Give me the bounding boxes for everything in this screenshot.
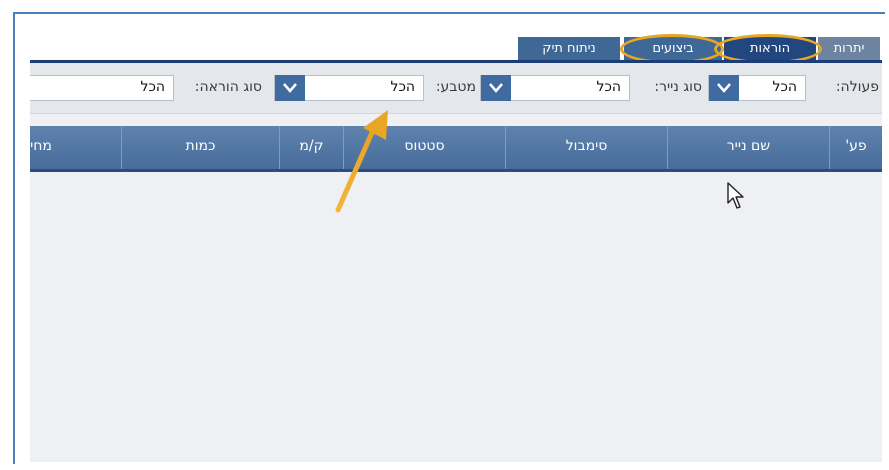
paper-type-select-value: הכל: [596, 79, 621, 95]
paper-type-filter-label: סוג נייר:: [654, 79, 702, 95]
action-select-value: הכל: [772, 79, 797, 95]
orders-table-body[interactable]: [30, 172, 882, 462]
column-header-action[interactable]: פע': [830, 126, 882, 169]
filter-bar: פעולה: הכל סוג נייר: הכל מטבע: הכל סוג ה…: [30, 63, 882, 114]
currency-select-value: הכל: [390, 79, 415, 95]
order-type-filter-label: סוג הוראה:: [194, 79, 262, 95]
tab-strip: יתרות הוראות ביצועים ניתוח תיק: [30, 30, 882, 64]
tab-orders[interactable]: הוראות: [724, 37, 816, 61]
orders-panel: יתרות הוראות ביצועים ניתוח תיק פעולה: הכ…: [30, 30, 882, 462]
mouse-pointer-icon: [727, 182, 744, 209]
column-header-symbol[interactable]: סימבול: [506, 126, 667, 169]
table-header: פע' שם נייר סימבול סטטוס ק/מ כמות מחי: [30, 126, 882, 172]
column-divider: [505, 126, 506, 169]
column-divider: [121, 126, 122, 169]
column-header-price[interactable]: מחי: [30, 126, 76, 169]
action-select[interactable]: הכל: [708, 75, 806, 101]
column-divider: [279, 126, 280, 169]
column-divider: [343, 126, 344, 169]
column-divider: [667, 126, 668, 169]
column-header-status[interactable]: סטטוס: [344, 126, 505, 169]
column-header-paper-name[interactable]: שם נייר: [668, 126, 829, 169]
chevron-down-icon[interactable]: [481, 75, 511, 101]
tab-portfolio-analysis[interactable]: ניתוח תיק: [518, 37, 620, 61]
tab-balances[interactable]: יתרות: [818, 37, 880, 61]
paper-type-select[interactable]: הכל: [480, 75, 630, 101]
column-header-buy-sell[interactable]: ק/מ: [280, 126, 343, 169]
column-header-quantity[interactable]: כמות: [122, 126, 279, 169]
order-type-select[interactable]: הכל: [30, 75, 174, 101]
currency-select[interactable]: הכל: [274, 75, 424, 101]
currency-filter-label: מטבע:: [435, 79, 476, 95]
action-filter-label: פעולה:: [835, 79, 879, 95]
chevron-down-icon[interactable]: [709, 75, 739, 101]
column-divider: [829, 126, 830, 169]
tab-executions[interactable]: ביצועים: [624, 37, 722, 61]
chevron-down-icon[interactable]: [275, 75, 305, 101]
order-type-select-value: הכל: [140, 79, 165, 95]
